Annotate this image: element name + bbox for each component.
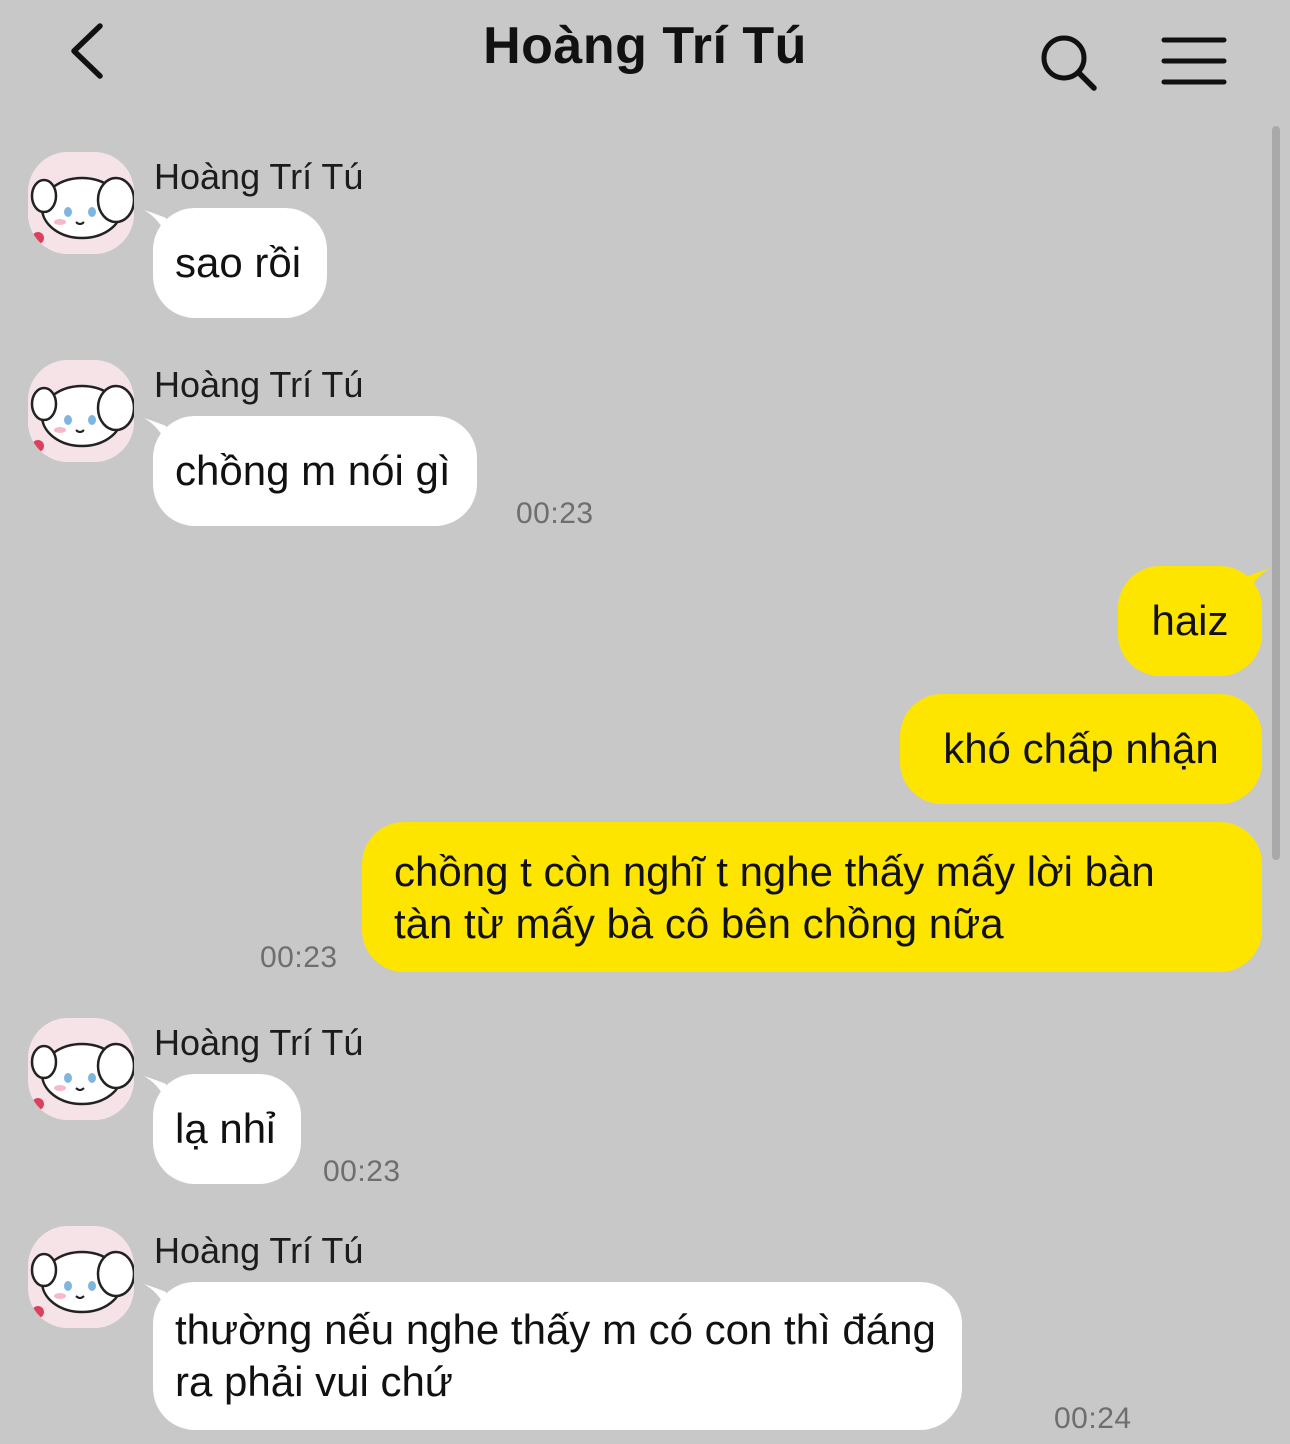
cinnamoroll-avatar-icon (28, 152, 134, 254)
hamburger-menu-icon (1161, 37, 1227, 85)
sender-name: Hoàng Trí Tú (154, 364, 364, 405)
message-bubble-incoming[interactable]: sao rồi (153, 208, 328, 318)
message-bubble-outgoing[interactable]: chồng t còn nghĩ t nghe thấy mấy lời bàn… (362, 822, 1262, 972)
avatar[interactable] (28, 360, 134, 462)
sender-name: Hoàng Trí Tú (154, 156, 364, 197)
sender-name: Hoàng Trí Tú (154, 1230, 364, 1271)
message-text: haiz (1151, 597, 1229, 644)
cinnamoroll-avatar-icon (28, 360, 134, 462)
message-timestamp: 00:23 (516, 497, 594, 530)
menu-button[interactable] (1160, 34, 1228, 88)
message-bubble-incoming[interactable]: thường nếu nghe thấy m có con thì đáng r… (153, 1282, 962, 1430)
message-text-line: chồng t còn nghĩ t nghe thấy mấy lời bàn (394, 848, 1155, 895)
message-timestamp: 00:23 (323, 1155, 401, 1188)
search-button[interactable] (1036, 30, 1102, 96)
message-text: sao rồi (175, 239, 302, 286)
avatar[interactable] (28, 1018, 134, 1120)
message-text-line: tàn từ mấy bà cô bên chồng nữa (394, 900, 1004, 947)
message-text: lạ nhỉ (175, 1105, 276, 1152)
avatar[interactable] (28, 152, 134, 254)
cinnamoroll-avatar-icon (28, 1018, 134, 1120)
message-timestamp: 00:24 (1054, 1402, 1132, 1435)
message-timestamp: 00:23 (260, 941, 338, 974)
cinnamoroll-avatar-icon (28, 1226, 134, 1328)
message-bubble-outgoing[interactable]: haiz (1118, 566, 1262, 676)
sender-name: Hoàng Trí Tú (154, 1022, 364, 1063)
chat-header: Hoàng Trí Tú (0, 0, 1290, 110)
message-bubble-incoming[interactable]: chồng m nói gì (153, 416, 477, 526)
message-text: khó chấp nhận (943, 725, 1219, 772)
search-icon (1041, 35, 1097, 91)
message-bubble-incoming[interactable]: lạ nhỉ (153, 1074, 302, 1184)
message-text-line: ra phải vui chứ (175, 1358, 453, 1405)
scrollbar[interactable] (1272, 126, 1280, 860)
message-bubble-outgoing[interactable]: khó chấp nhận (900, 694, 1262, 804)
message-text: chồng m nói gì (175, 447, 451, 494)
message-text-line: thường nếu nghe thấy m có con thì đáng (175, 1306, 936, 1353)
avatar[interactable] (28, 1226, 134, 1328)
